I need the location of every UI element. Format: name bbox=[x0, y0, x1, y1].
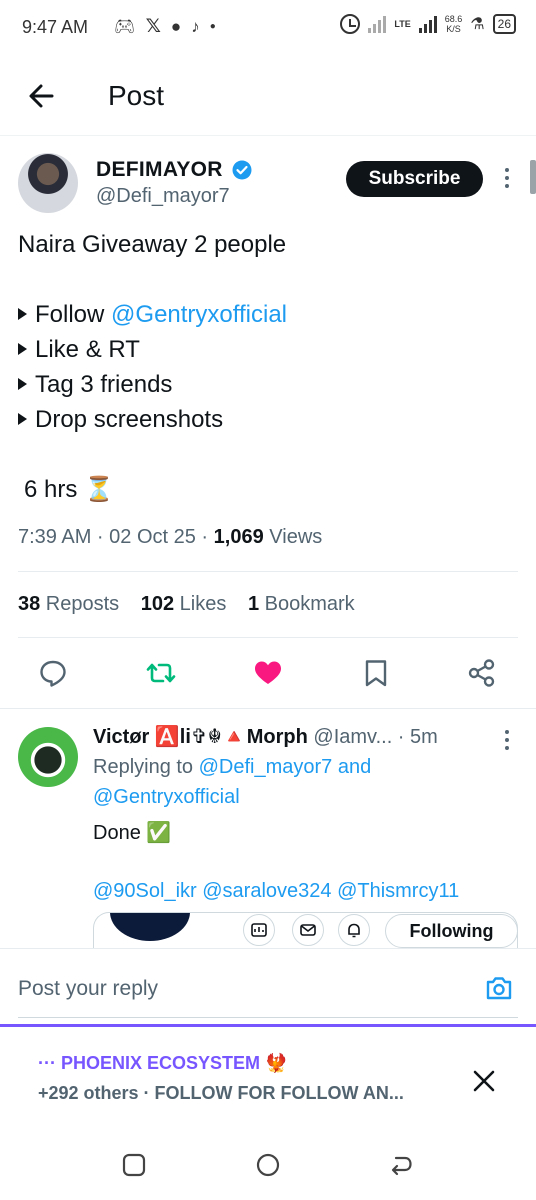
signal-icon-1 bbox=[368, 15, 387, 33]
status-notification-icons: 🎮︎ 𝕏 ● ♪ ● bbox=[114, 15, 216, 39]
media-image bbox=[110, 913, 190, 941]
repost-icon[interactable] bbox=[146, 658, 176, 688]
gamepad-icon: 🎮︎ bbox=[114, 17, 136, 36]
author-handle[interactable]: @Defi_mayor7 bbox=[96, 185, 230, 208]
network-speed: 68.6 K/S bbox=[444, 14, 463, 34]
post-text-line: Naira Giveaway 2 people bbox=[18, 231, 287, 258]
verified-badge-icon bbox=[232, 160, 252, 180]
battery-icon: 26 bbox=[492, 14, 516, 34]
post-countdown: 6 hrs ⏳ bbox=[24, 476, 114, 503]
x-logo-icon: 𝕏 bbox=[145, 16, 161, 37]
back-nav-icon[interactable] bbox=[388, 1152, 414, 1178]
close-icon[interactable] bbox=[470, 1067, 498, 1095]
reply-composer[interactable]: Post your reply bbox=[0, 948, 536, 1026]
author-avatar[interactable] bbox=[18, 153, 78, 213]
bookmark-icon[interactable] bbox=[361, 658, 391, 688]
author-name[interactable]: DEFIMAYOR bbox=[96, 158, 223, 182]
message-icon[interactable] bbox=[292, 914, 324, 946]
post-stats: 38 Reposts 102 Likes 1 Bookmark bbox=[18, 593, 371, 616]
reply-more-icon[interactable] bbox=[504, 730, 510, 754]
reply-text: Done ✅ bbox=[93, 822, 172, 844]
reply-avatar[interactable] bbox=[18, 727, 78, 787]
flask-icon: ⚗ bbox=[470, 16, 485, 33]
reposts-stat[interactable]: 38 Reposts bbox=[18, 593, 119, 615]
dashboard-icon[interactable] bbox=[243, 914, 275, 946]
banner-subtitle: +292 others · FOLLOW FOR FOLLOW AN... bbox=[38, 1083, 404, 1103]
post-bullet-like: Like & RT bbox=[18, 333, 140, 367]
reply-input[interactable]: Post your reply bbox=[18, 977, 158, 1001]
signal-icon-2 bbox=[418, 15, 437, 33]
arrow-left-icon[interactable] bbox=[24, 78, 60, 114]
mention-link[interactable]: @Gentryxofficial bbox=[111, 301, 287, 328]
post-bullet-drop: Drop screenshots bbox=[18, 403, 223, 437]
subscribe-button[interactable]: Subscribe bbox=[346, 161, 483, 197]
alarm-icon bbox=[340, 14, 361, 34]
mention-link[interactable]: @Defi_mayor7 bbox=[199, 756, 333, 778]
like-icon[interactable] bbox=[253, 658, 283, 688]
replying-to-2: @Gentryxofficial bbox=[93, 786, 240, 809]
recents-icon[interactable] bbox=[121, 1152, 147, 1178]
likes-stat[interactable]: 102 Likes bbox=[141, 593, 227, 615]
banner-title: ··· PHOENIX ECOSYSTEM 🐦‍🔥 bbox=[38, 1053, 288, 1073]
reply-author[interactable]: Victør 🅰️li✞☬🔺Morph @Iamv... · 5m bbox=[93, 724, 438, 749]
home-icon[interactable] bbox=[255, 1152, 281, 1178]
notification-bell-icon[interactable] bbox=[338, 914, 370, 946]
mention-link[interactable]: @Gentryxofficial bbox=[93, 786, 240, 808]
status-time: 9:47 AM bbox=[22, 17, 89, 37]
page-title: Post bbox=[108, 80, 165, 111]
bookmarks-stat[interactable]: 1 Bookmark bbox=[248, 593, 355, 615]
share-icon[interactable] bbox=[467, 658, 497, 688]
reply-icon[interactable] bbox=[38, 658, 68, 688]
divider bbox=[18, 571, 518, 572]
tiktok-icon: ♪ bbox=[191, 17, 200, 36]
app-header: Post bbox=[0, 56, 536, 136]
replying-to: Replying to @Defi_mayor7 and bbox=[93, 756, 372, 778]
camera-icon[interactable] bbox=[484, 973, 514, 1003]
community-banner[interactable]: ··· PHOENIX ECOSYSTEM 🐦‍🔥 +292 others · … bbox=[0, 1024, 536, 1134]
status-bar: 9:47 AM 🎮︎ 𝕏 ● ♪ ● LTE 68.6 K/S ⚗ 26 bbox=[0, 0, 536, 56]
following-button[interactable]: Following bbox=[385, 914, 518, 948]
views-count: 1,069 bbox=[213, 526, 264, 548]
reply-mentions[interactable]: @90Sol_ikr @saralove324 @Thismrcy11 bbox=[93, 880, 459, 903]
more-options-icon[interactable] bbox=[504, 168, 510, 192]
dot-icon: ● bbox=[209, 21, 216, 32]
post-bullet-tag: Tag 3 friends bbox=[18, 368, 172, 402]
system-nav-bar bbox=[0, 1134, 536, 1200]
post-timestamp: 7:39 AM · 02 Oct 25 · 1,069 Views bbox=[18, 526, 323, 548]
network-type: LTE bbox=[394, 18, 411, 29]
divider bbox=[18, 637, 518, 638]
scrollbar-thumb[interactable] bbox=[530, 160, 536, 194]
chat-bubble-icon: ● bbox=[170, 17, 182, 36]
divider bbox=[0, 708, 536, 709]
composer-underline bbox=[18, 1017, 518, 1018]
post-bullet-follow: Follow @Gentryxofficial bbox=[18, 298, 287, 332]
